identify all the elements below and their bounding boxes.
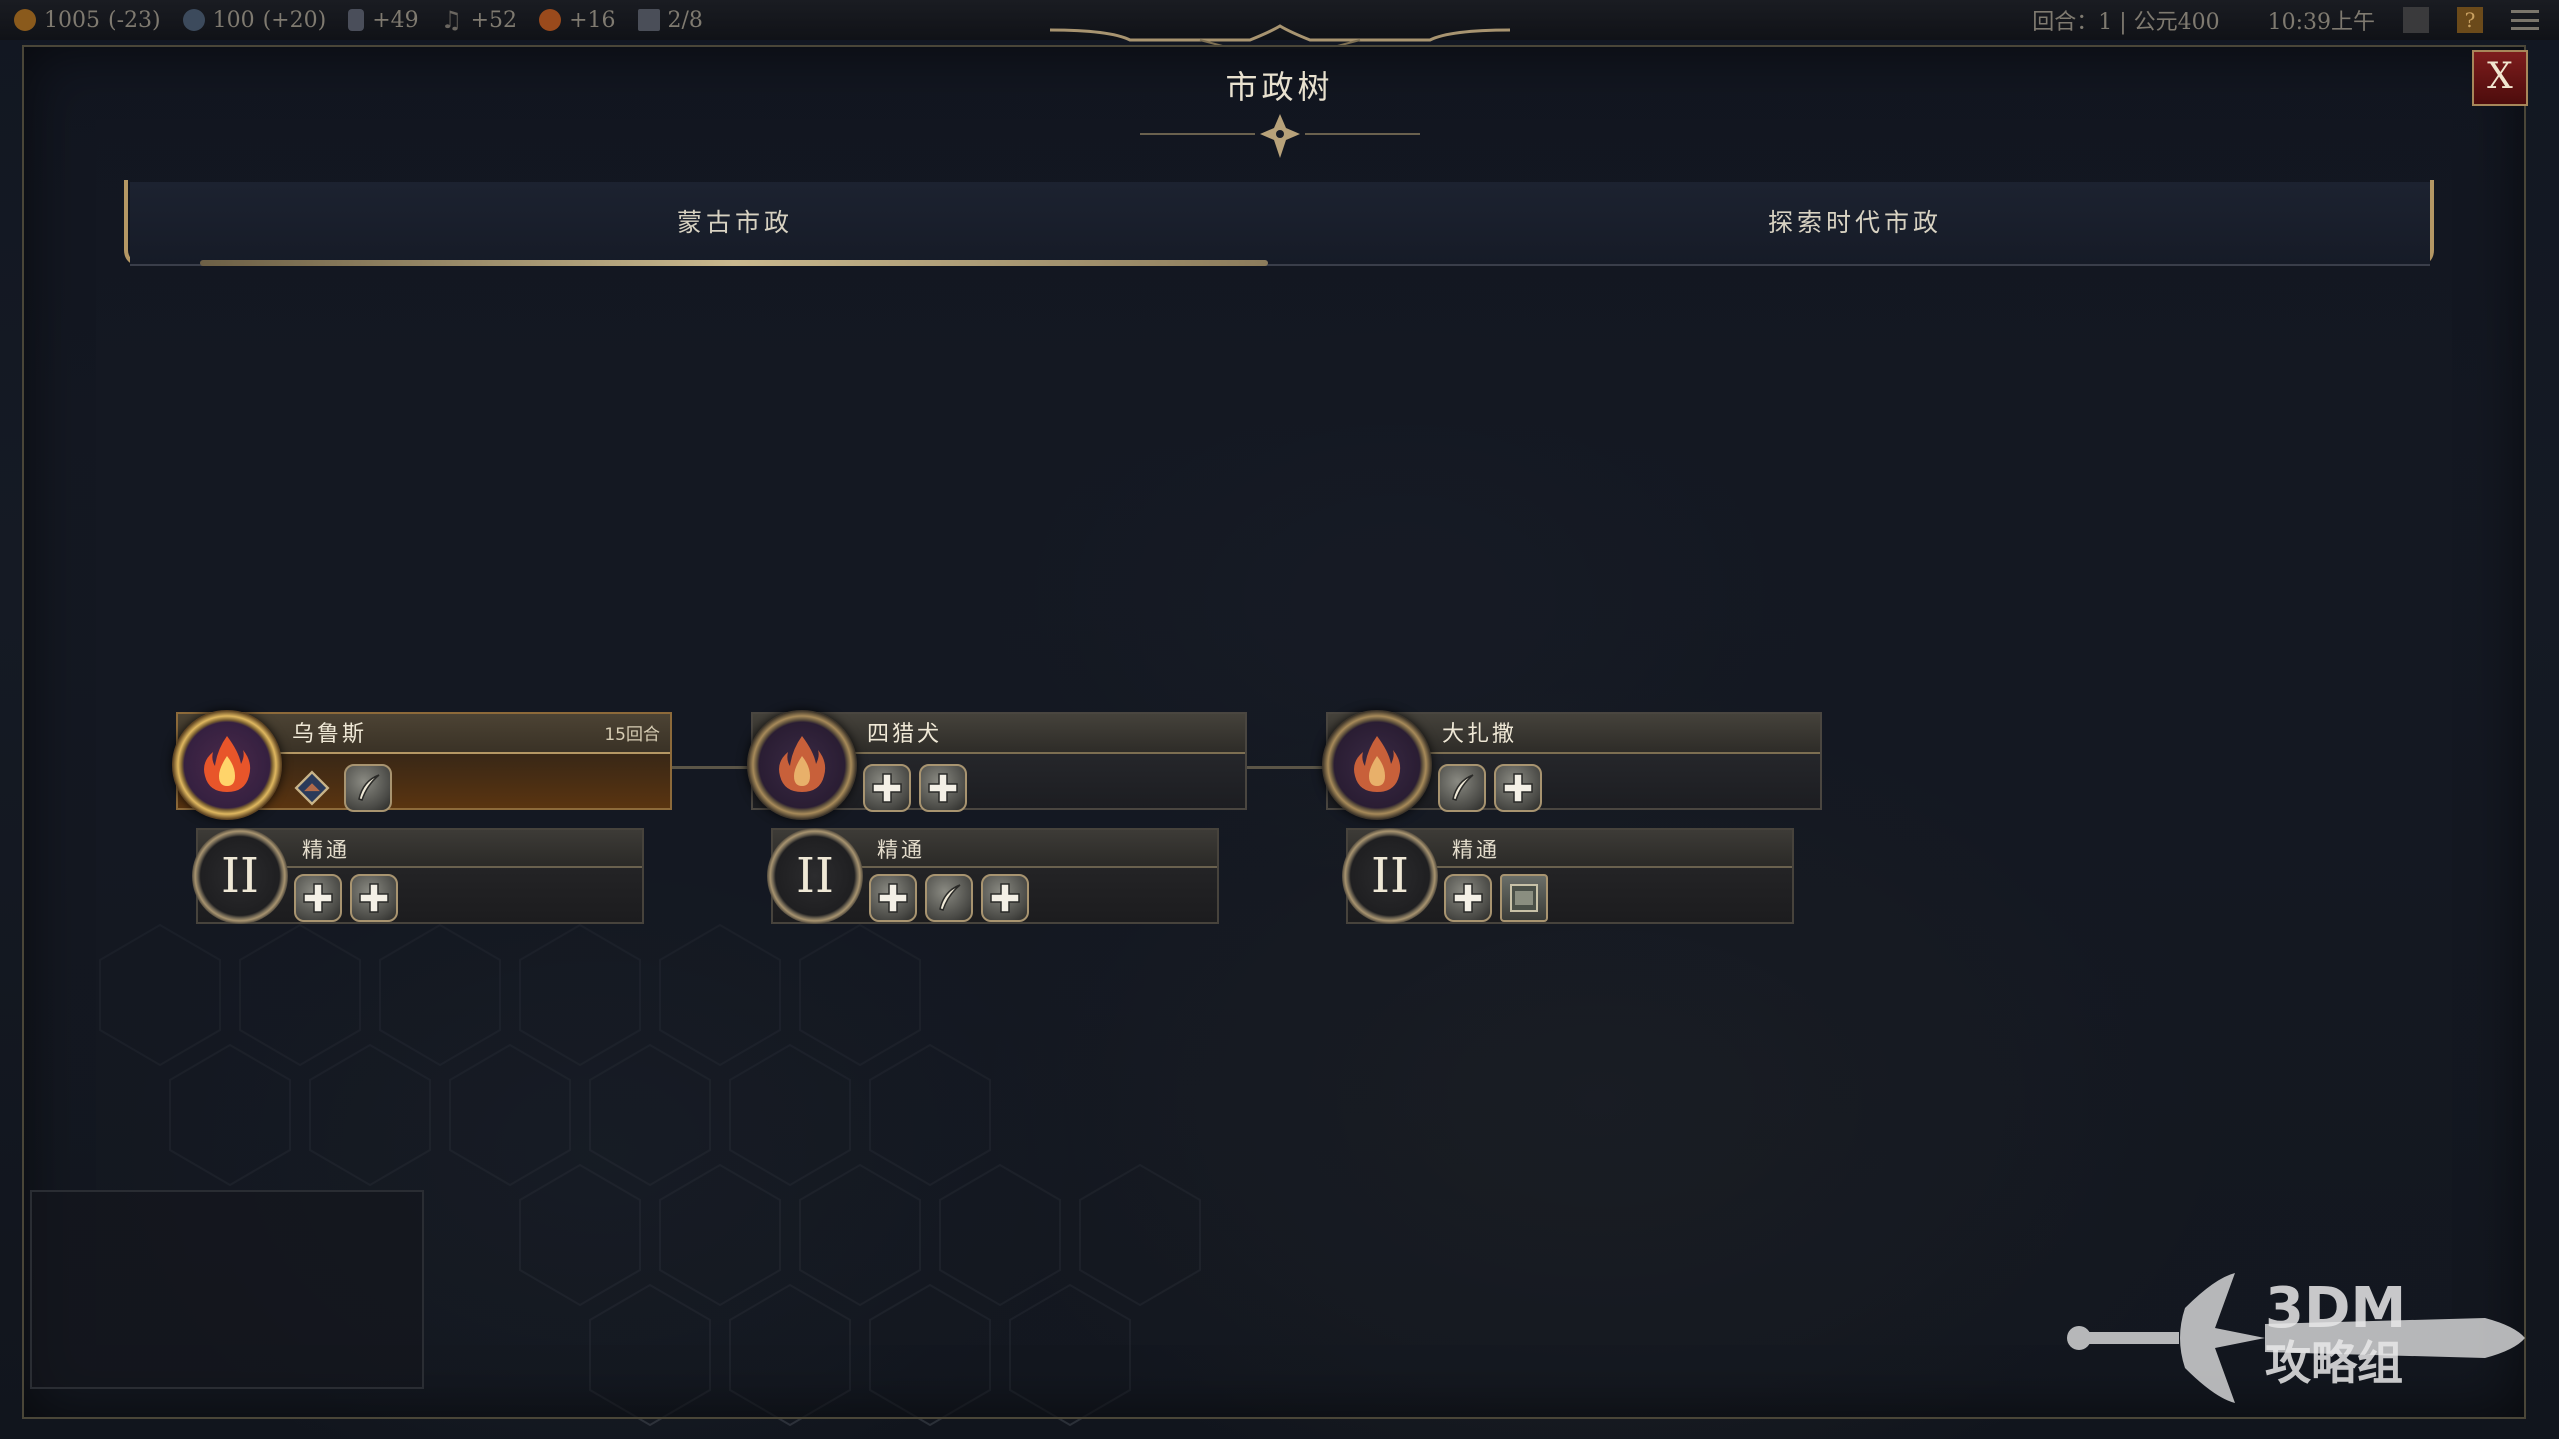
gold-coin-icon (14, 9, 36, 31)
civic-node-ulus[interactable]: 乌鲁斯 15回合 精通 II (108, 710, 708, 930)
gold-delta: (-23) (108, 7, 161, 33)
tab-exploration-age-civics[interactable]: 探索时代市政 (1280, 182, 2430, 264)
quill-icon[interactable] (344, 764, 392, 812)
flame-icon (779, 736, 826, 792)
plus-icon[interactable] (1494, 764, 1542, 812)
mastery-rank-badge: II (767, 828, 863, 924)
mastery-bonus-row (1444, 874, 1548, 922)
settlements-resource[interactable]: 2/8 (637, 7, 703, 33)
quill-icon[interactable] (925, 874, 973, 922)
mastery-bonus-row (294, 874, 398, 922)
mastery-rank-badge: II (1342, 828, 1438, 924)
plus-icon[interactable] (919, 764, 967, 812)
happiness-value: +52 (470, 7, 518, 33)
card-icon[interactable] (1500, 874, 1548, 922)
clock: 10:39上午 (2267, 10, 2375, 35)
turn-date: 回合：1 | 公元400 (2032, 10, 2220, 35)
science-delta: (+20) (262, 7, 327, 33)
flame-icon (1354, 736, 1401, 792)
science-value: 100 (212, 7, 255, 33)
active-tab-indicator (200, 260, 1268, 266)
watermark-text: 3DM 攻略组 (2265, 1276, 2407, 1390)
civic-node-great-yassa[interactable]: 大扎撒 精通 II (1258, 710, 1858, 930)
watermark-sub: 攻略组 (2265, 1336, 2403, 1390)
science-resource[interactable]: 100 (+20) (182, 7, 327, 33)
influence-value: +16 (569, 7, 616, 33)
flame-icon (204, 736, 251, 792)
mastery-bonus-row (869, 874, 1029, 922)
tab-mongolia-civics[interactable]: 蒙古市政 (130, 182, 1340, 264)
tab-bar: 蒙古市政 探索时代市政 (130, 182, 2430, 266)
plus-icon[interactable] (981, 874, 1029, 922)
settlements-value: 2/8 (667, 7, 703, 33)
quill-icon[interactable] (1438, 764, 1486, 812)
plus-icon[interactable] (863, 764, 911, 812)
watermark-brand: 3DM (2265, 1276, 2407, 1341)
page-title: 市政树 (1225, 68, 1334, 106)
mastery-rank-badge: II (192, 828, 288, 924)
culture-resource[interactable]: +49 (348, 7, 419, 33)
civic-name: 乌鲁斯 (292, 722, 368, 747)
mastery-name: 精通 (877, 838, 925, 862)
civic-bonus-row (1438, 764, 1542, 812)
menu-icon[interactable] (2511, 10, 2539, 30)
help-button[interactable]: ? (2457, 7, 2483, 33)
plus-icon[interactable] (869, 874, 917, 922)
civic-turns: 15回合 (604, 725, 660, 745)
civic-bonus-row (863, 764, 967, 812)
civic-medal (172, 710, 282, 820)
gold-value: 1005 (44, 7, 100, 33)
music-note-icon: ♫ (440, 6, 463, 34)
influence-resource[interactable]: +16 (539, 7, 616, 33)
civic-name: 四猎犬 (867, 722, 943, 747)
civic-name: 大扎撒 (1442, 722, 1518, 747)
diamond-icon[interactable] (288, 764, 336, 812)
diplomacy-icon[interactable] (2403, 7, 2429, 33)
gold-resource[interactable]: 1005 (-23) (14, 8, 161, 33)
civic-medal (747, 710, 857, 820)
culture-value: +49 (372, 7, 419, 33)
science-globe-icon (182, 9, 205, 31)
civic-bonus-row (288, 764, 392, 812)
minimap[interactable] (30, 1190, 424, 1389)
plus-icon[interactable] (294, 874, 342, 922)
plus-icon[interactable] (1444, 874, 1492, 922)
happiness-resource[interactable]: ♫ +52 (441, 8, 517, 33)
civic-node-four-hounds[interactable]: 四猎犬 精通 II (683, 710, 1283, 930)
influence-icon (539, 9, 562, 31)
mastery-name: 精通 (302, 838, 350, 862)
title-ornament (1140, 114, 1420, 158)
mastery-name: 精通 (1452, 838, 1500, 862)
close-button[interactable]: X (2472, 50, 2528, 106)
city-buildings-icon (637, 9, 660, 31)
plus-icon[interactable] (350, 874, 398, 922)
culture-flask-icon (348, 9, 365, 31)
civic-medal (1322, 710, 1432, 820)
